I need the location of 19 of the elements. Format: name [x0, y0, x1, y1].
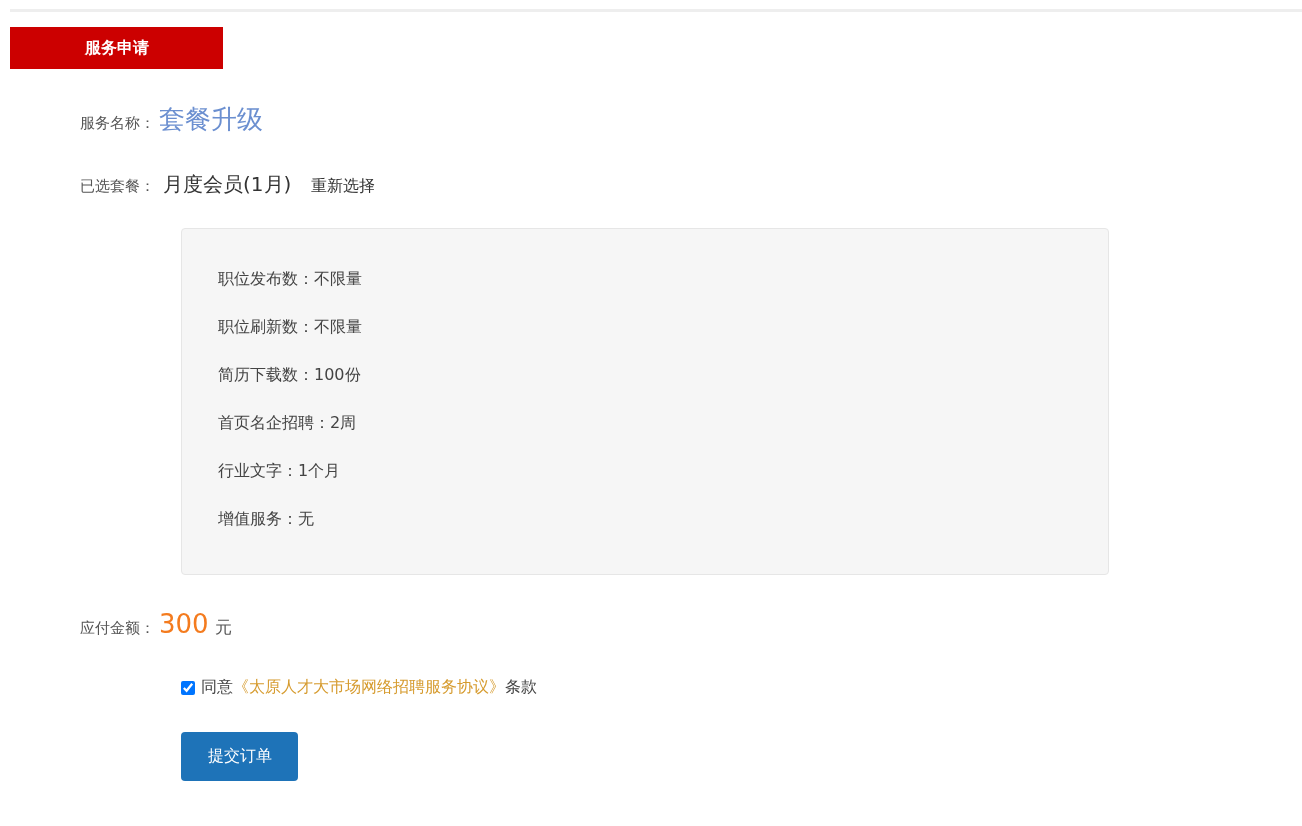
field-label: 应付金额：: [80, 619, 155, 638]
package-feature: 行业文字：1个月: [218, 461, 342, 482]
amount-value: 300: [159, 609, 209, 639]
package-feature: 简历下载数：100份: [218, 365, 362, 386]
service-name-value: 套餐升级: [159, 103, 263, 136]
package-feature: 首页名企招聘：2周: [218, 413, 358, 434]
package-name: 月度会员(1月): [163, 171, 292, 198]
agree-text: 条款: [505, 677, 537, 698]
agree-checkbox[interactable]: [181, 680, 195, 695]
reselect-link[interactable]: 重新选择: [311, 176, 376, 197]
package-feature: 职位刷新数：不限量: [218, 317, 363, 338]
package-feature: 增值服务：无: [218, 509, 315, 530]
submit-order-button[interactable]: 提交订单: [181, 732, 298, 781]
package-feature: 职位发布数：不限量: [218, 269, 363, 290]
agreement-link[interactable]: 《太原人才大市场网络招聘服务协议》: [233, 677, 505, 698]
field-label: 已选套餐：: [80, 177, 155, 196]
agree-text: 同意: [201, 677, 233, 698]
field-label: 服务名称：: [80, 114, 155, 133]
currency-unit: 元: [214, 616, 232, 639]
